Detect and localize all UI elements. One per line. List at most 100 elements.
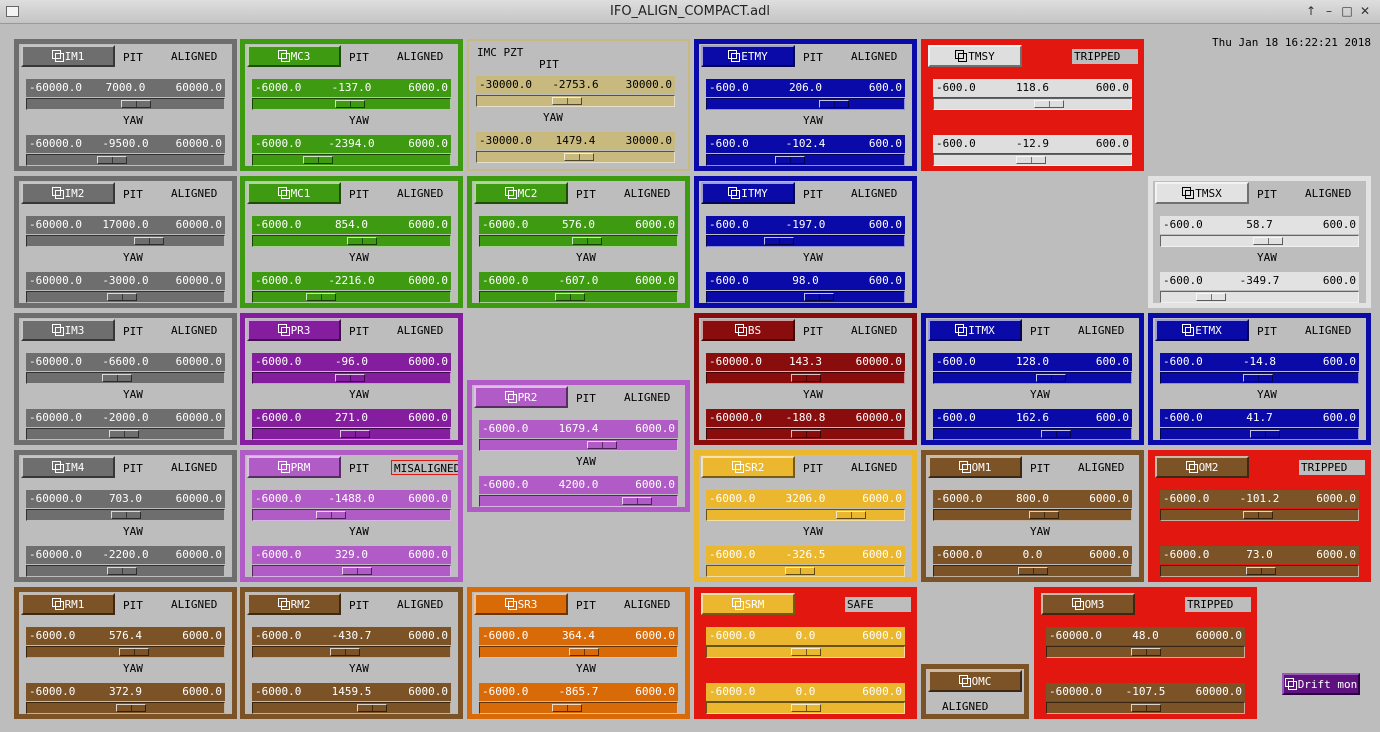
yaw-slider-knob[interactable] — [107, 567, 137, 575]
etmx-button[interactable]: ETMX — [1155, 319, 1249, 341]
yaw-slider-knob[interactable] — [107, 293, 137, 301]
sr3-pit-slider[interactable] — [479, 646, 678, 658]
pit-slider-knob[interactable] — [1029, 511, 1059, 519]
yaw-slider-knob[interactable] — [1250, 430, 1280, 438]
bs-pit-slider[interactable] — [706, 372, 905, 384]
om3-pit-slider[interactable] — [1046, 646, 1245, 658]
etmx-yaw-slider[interactable] — [1160, 428, 1359, 440]
yaw-slider-knob[interactable] — [564, 153, 594, 161]
om1-pit-slider[interactable] — [933, 509, 1132, 521]
yaw-slider-knob[interactable] — [785, 567, 815, 575]
sr3-yaw-slider[interactable] — [479, 702, 678, 714]
pit-slider-knob[interactable] — [1131, 648, 1161, 656]
rm2-pit-slider[interactable] — [252, 646, 451, 658]
sr2-pit-slider[interactable] — [706, 509, 905, 521]
om2-yaw-slider[interactable] — [1160, 565, 1359, 577]
mc3-button[interactable]: MC3 — [247, 45, 341, 67]
yaw-slider-knob[interactable] — [1246, 567, 1276, 575]
pit-slider-knob[interactable] — [552, 97, 582, 105]
itmx-button[interactable]: ITMX — [928, 319, 1022, 341]
om3-yaw-slider[interactable] — [1046, 702, 1245, 714]
drift-mon-button[interactable]: Drift mon — [1282, 673, 1360, 695]
srm-pit-slider[interactable] — [706, 646, 905, 658]
yaw-slider-knob[interactable] — [1041, 430, 1071, 438]
yaw-slider-knob[interactable] — [306, 293, 336, 301]
yaw-slider-knob[interactable] — [804, 293, 834, 301]
yaw-slider-knob[interactable] — [775, 156, 805, 164]
im1-button[interactable]: IM1 — [21, 45, 115, 67]
pit-slider-knob[interactable] — [316, 511, 346, 519]
mc3-pit-slider[interactable] — [252, 98, 451, 110]
pit-slider-knob[interactable] — [335, 374, 365, 382]
om3-button[interactable]: OM3 — [1041, 593, 1135, 615]
srm-yaw-slider[interactable] — [706, 702, 905, 714]
tmsx-yaw-slider[interactable] — [1160, 291, 1359, 303]
im3-button[interactable]: IM3 — [21, 319, 115, 341]
mc1-yaw-slider[interactable] — [252, 291, 451, 303]
pit-slider-knob[interactable] — [587, 441, 617, 449]
etmy-yaw-slider[interactable] — [706, 154, 905, 166]
pr3-pit-slider[interactable] — [252, 372, 451, 384]
pit-slider-knob[interactable] — [819, 100, 849, 108]
pit-slider-knob[interactable] — [111, 511, 141, 519]
yaw-slider-knob[interactable] — [303, 156, 333, 164]
pit-slider-knob[interactable] — [1243, 511, 1273, 519]
yaw-slider-knob[interactable] — [791, 430, 821, 438]
bs-yaw-slider[interactable] — [706, 428, 905, 440]
im2-button[interactable]: IM2 — [21, 182, 115, 204]
prm-pit-slider[interactable] — [252, 509, 451, 521]
im1-pit-slider[interactable] — [26, 98, 225, 110]
im4-button[interactable]: IM4 — [21, 456, 115, 478]
yaw-slider-knob[interactable] — [1018, 567, 1048, 575]
pit-slider-knob[interactable] — [1243, 374, 1273, 382]
itmy-pit-slider[interactable] — [706, 235, 905, 247]
yaw-slider-knob[interactable] — [1016, 156, 1046, 164]
itmy-button[interactable]: ITMY — [701, 182, 795, 204]
pit-slider-knob[interactable] — [836, 511, 866, 519]
tmsy-yaw-slider[interactable] — [933, 154, 1132, 166]
im3-pit-slider[interactable] — [26, 372, 225, 384]
omc-button[interactable]: OMC — [928, 670, 1022, 692]
pit-slider-knob[interactable] — [1253, 237, 1283, 245]
om1-yaw-slider[interactable] — [933, 565, 1132, 577]
pit-slider-knob[interactable] — [121, 100, 151, 108]
pit-slider-knob[interactable] — [764, 237, 794, 245]
sr2-button[interactable]: SR2 — [701, 456, 795, 478]
itmx-pit-slider[interactable] — [933, 372, 1132, 384]
itmy-yaw-slider[interactable] — [706, 291, 905, 303]
om2-button[interactable]: OM2 — [1155, 456, 1249, 478]
yaw-slider-knob[interactable] — [357, 704, 387, 712]
mc1-pit-slider[interactable] — [252, 235, 451, 247]
om2-pit-slider[interactable] — [1160, 509, 1359, 521]
pr2-yaw-slider[interactable] — [479, 495, 678, 507]
pit-slider-knob[interactable] — [791, 374, 821, 382]
yaw-slider-knob[interactable] — [552, 704, 582, 712]
tmsy-pit-slider[interactable] — [933, 98, 1132, 110]
tmsx-button[interactable]: TMSX — [1155, 182, 1249, 204]
pr2-pit-slider[interactable] — [479, 439, 678, 451]
itmx-yaw-slider[interactable] — [933, 428, 1132, 440]
pit-slider-knob[interactable] — [335, 100, 365, 108]
rm2-yaw-slider[interactable] — [252, 702, 451, 714]
mc2-button[interactable]: MC2 — [474, 182, 568, 204]
yaw-slider-knob[interactable] — [116, 704, 146, 712]
mc3-yaw-slider[interactable] — [252, 154, 451, 166]
tmsx-pit-slider[interactable] — [1160, 235, 1359, 247]
pit-slider-knob[interactable] — [102, 374, 132, 382]
pit-slider-knob[interactable] — [791, 648, 821, 656]
imc-pzt-pit-slider[interactable] — [476, 95, 675, 107]
mc2-pit-slider[interactable] — [479, 235, 678, 247]
pr3-yaw-slider[interactable] — [252, 428, 451, 440]
im1-yaw-slider[interactable] — [26, 154, 225, 166]
pit-slider-knob[interactable] — [569, 648, 599, 656]
yaw-slider-knob[interactable] — [109, 430, 139, 438]
pit-slider-knob[interactable] — [572, 237, 602, 245]
mc2-yaw-slider[interactable] — [479, 291, 678, 303]
rm1-yaw-slider[interactable] — [26, 702, 225, 714]
yaw-slider-knob[interactable] — [1131, 704, 1161, 712]
om1-button[interactable]: OM1 — [928, 456, 1022, 478]
im4-pit-slider[interactable] — [26, 509, 225, 521]
yaw-slider-knob[interactable] — [340, 430, 370, 438]
maximize-icon[interactable]: □ — [1340, 4, 1354, 19]
pit-slider-knob[interactable] — [347, 237, 377, 245]
